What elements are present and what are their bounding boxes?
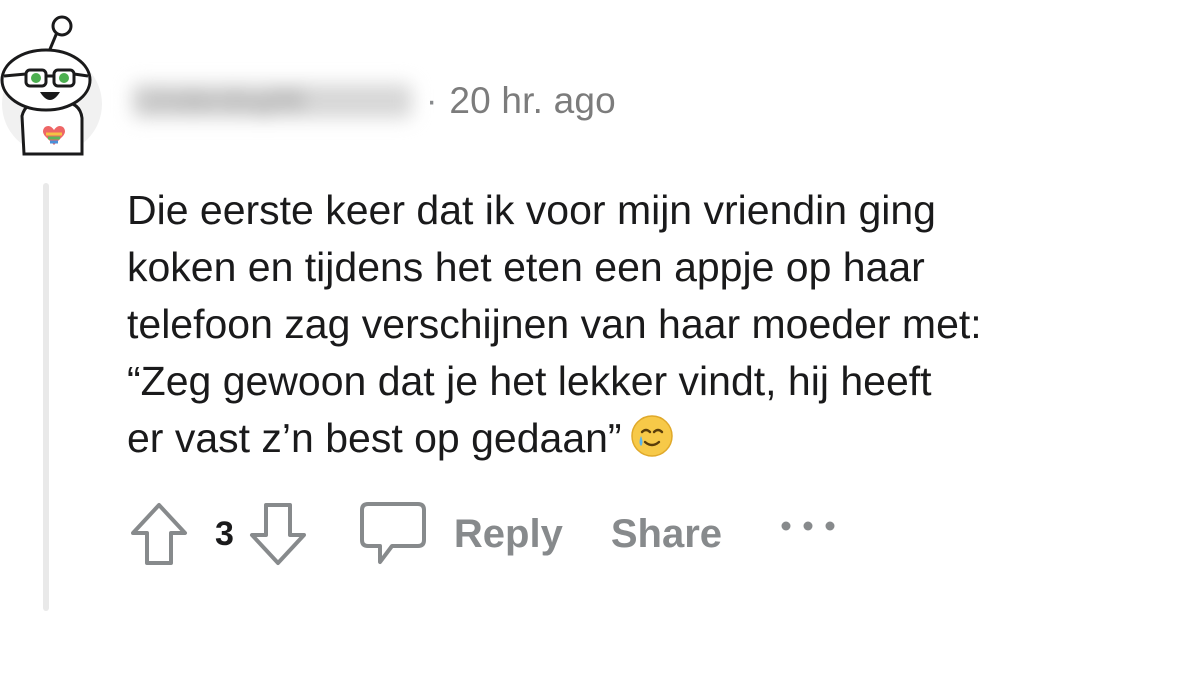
more-options-button[interactable] bbox=[778, 518, 838, 534]
speech-bubble-icon bbox=[359, 502, 426, 564]
comment-body-line: telefoon zag verschijnen van haar moeder… bbox=[127, 301, 982, 347]
comment-body-line: Die eerste keer dat ik voor mijn vriendi… bbox=[127, 187, 936, 233]
meta-separator: · bbox=[426, 81, 438, 120]
username[interactable]: Underdog96 bbox=[132, 84, 412, 118]
comment-actions: 3 Reply Share bbox=[127, 494, 838, 574]
vote-score: 3 bbox=[215, 514, 234, 553]
comment: Underdog96 · 20 hr. ago Die eerste keer … bbox=[0, 0, 1200, 686]
share-button[interactable]: Share bbox=[611, 512, 722, 557]
comment-body-line-last: er vast z’n best op gedaan” bbox=[127, 410, 1167, 473]
reply-button[interactable]: Reply bbox=[358, 500, 563, 568]
comment-body-line: “Zeg gewoon dat je het lekker vindt, hij… bbox=[127, 358, 932, 404]
comment-header: Underdog96 · 20 hr. ago bbox=[132, 76, 616, 126]
upvote-button[interactable] bbox=[127, 499, 191, 569]
comment-body: Die eerste keer dat ik voor mijn vriendi… bbox=[127, 182, 1167, 473]
downvote-arrow-icon bbox=[249, 503, 306, 565]
downvote-button[interactable] bbox=[246, 499, 310, 569]
user-avatar[interactable] bbox=[0, 8, 106, 158]
comment-body-line: koken en tijdens het eten een appje op h… bbox=[127, 244, 925, 290]
reply-label[interactable]: Reply bbox=[454, 512, 563, 557]
comment-body-line: er vast z’n best op gedaan” bbox=[127, 415, 622, 461]
thread-line[interactable] bbox=[43, 183, 49, 611]
upvote-arrow-icon bbox=[131, 503, 187, 565]
smiling-face-with-tear-icon bbox=[630, 414, 674, 473]
ellipsis-icon bbox=[781, 521, 835, 531]
timestamp[interactable]: 20 hr. ago bbox=[449, 80, 616, 122]
